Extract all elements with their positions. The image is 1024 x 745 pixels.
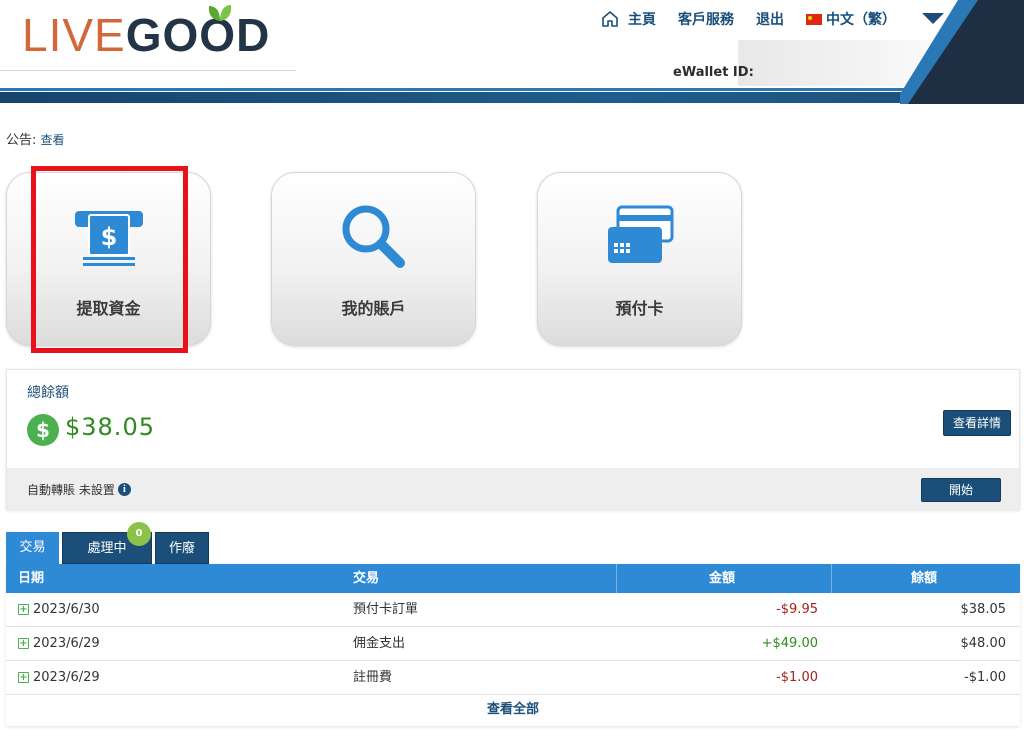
china-flag-icon [806,13,822,25]
row-type: 註冊費 [353,670,393,685]
column-balance: 餘額 [911,571,938,586]
balance-amount: $38.05 [65,413,155,441]
table-row[interactable]: + 2023/6/30 預付卡訂單 -$9.95 $38.05 [6,593,1020,627]
nav-logout[interactable]: 退出 [756,9,784,29]
auto-transfer-label: 自動轉賬 未設置 [27,483,115,497]
row-balance: -$1.00 [964,670,1006,685]
balance-card: 總餘額 $ $38.05 查看詳情 自動轉賬 未設置 i 開始 [6,369,1020,510]
table-row[interactable]: + 2023/6/29 註冊費 -$1.00 -$1.00 [6,661,1020,695]
row-date: 2023/6/29 [33,670,100,685]
row-amount: -$9.95 [776,602,818,617]
row-type: 佣金支出 [353,636,406,651]
svg-text:$: $ [100,223,117,251]
row-balance: $48.00 [960,636,1007,651]
column-transaction: 交易 [353,571,380,586]
table-header: 日期 交易 金額 餘額 [6,564,1020,593]
announcement: 公告: 查看 [6,129,65,148]
tile-withdraw-label: 提取資金 [76,299,141,318]
magnifier-icon [342,205,405,268]
leaf-icon [208,5,232,21]
table-row[interactable]: + 2023/6/29 佣金支出 +$49.00 $48.00 [6,627,1020,661]
top-navigation: 主頁 客戶服務 退出 中文（繁） [600,8,918,30]
expand-plus-icon[interactable]: + [18,604,29,615]
tile-my-account[interactable]: 我的賬戶 [271,172,476,346]
column-divider [616,564,617,593]
tab-transactions[interactable]: 交易 [6,532,59,564]
tile-prepaid-card[interactable]: 預付卡 [537,172,742,346]
header-corner-decoration [900,0,1024,104]
view-all-link[interactable]: 查看全部 [6,695,1020,725]
home-icon [602,11,618,27]
start-button[interactable]: 開始 [921,478,1001,502]
row-date: 2023/6/30 [33,602,100,617]
tile-my-account-label: 我的賬戶 [341,299,406,318]
transactions-table: 日期 交易 金額 餘額 + 2023/6/30 預付卡訂單 -$9.95 $38… [6,564,1020,726]
atm-withdraw-icon: $ [74,211,143,266]
logo-text-good: GOOD [125,9,271,61]
announcement-view-link[interactable]: 查看 [41,133,65,147]
row-balance: $38.05 [960,602,1007,617]
balance-title: 總餘額 [27,385,69,401]
expand-plus-icon[interactable]: + [18,638,29,649]
nav-home[interactable]: 主頁 [600,9,656,29]
header-stripe [0,92,1024,103]
row-amount: -$1.00 [776,670,818,685]
tile-withdraw-funds[interactable]: $ 提取資金 [6,172,211,346]
column-date: 日期 [18,571,45,586]
livegood-logo[interactable]: LIVEGOOD [22,5,271,64]
row-type: 預付卡訂單 [353,602,419,617]
dollar-circle-icon: $ [27,414,59,446]
processing-count-badge: 0 [127,522,151,546]
info-icon[interactable]: i [117,483,131,496]
announcement-label: 公告: [6,133,37,148]
credit-cards-icon [607,205,673,263]
row-amount: +$49.00 [761,636,818,651]
tile-prepaid-card-label: 預付卡 [615,299,664,318]
ewallet-id-label: eWallet ID: [673,65,754,80]
header: LIVEGOOD 主頁 客戶服務 退出 中文（繁） eWallet ID: [0,0,1024,104]
nav-home-label: 主頁 [628,12,656,28]
logo-text-live: LIVE [22,9,126,61]
logo-divider [0,70,296,71]
column-divider [831,564,832,593]
nav-customer-service[interactable]: 客戶服務 [678,9,734,29]
header-stripe-thin [0,88,940,91]
row-date: 2023/6/29 [33,636,100,651]
auto-transfer-row: 自動轉賬 未設置 i 開始 [7,468,1019,510]
tab-voided[interactable]: 作廢 [155,532,209,564]
language-selector[interactable]: 中文（繁） [806,9,896,29]
language-label: 中文（繁） [826,12,896,28]
expand-plus-icon[interactable]: + [18,672,29,683]
nav-customer-service-label: 客戶服務 [678,12,734,28]
view-details-button[interactable]: 查看詳情 [943,410,1011,436]
auto-transfer-status: 自動轉賬 未設置 i [27,481,131,498]
nav-logout-label: 退出 [756,12,784,28]
column-amount: 金額 [709,571,736,586]
